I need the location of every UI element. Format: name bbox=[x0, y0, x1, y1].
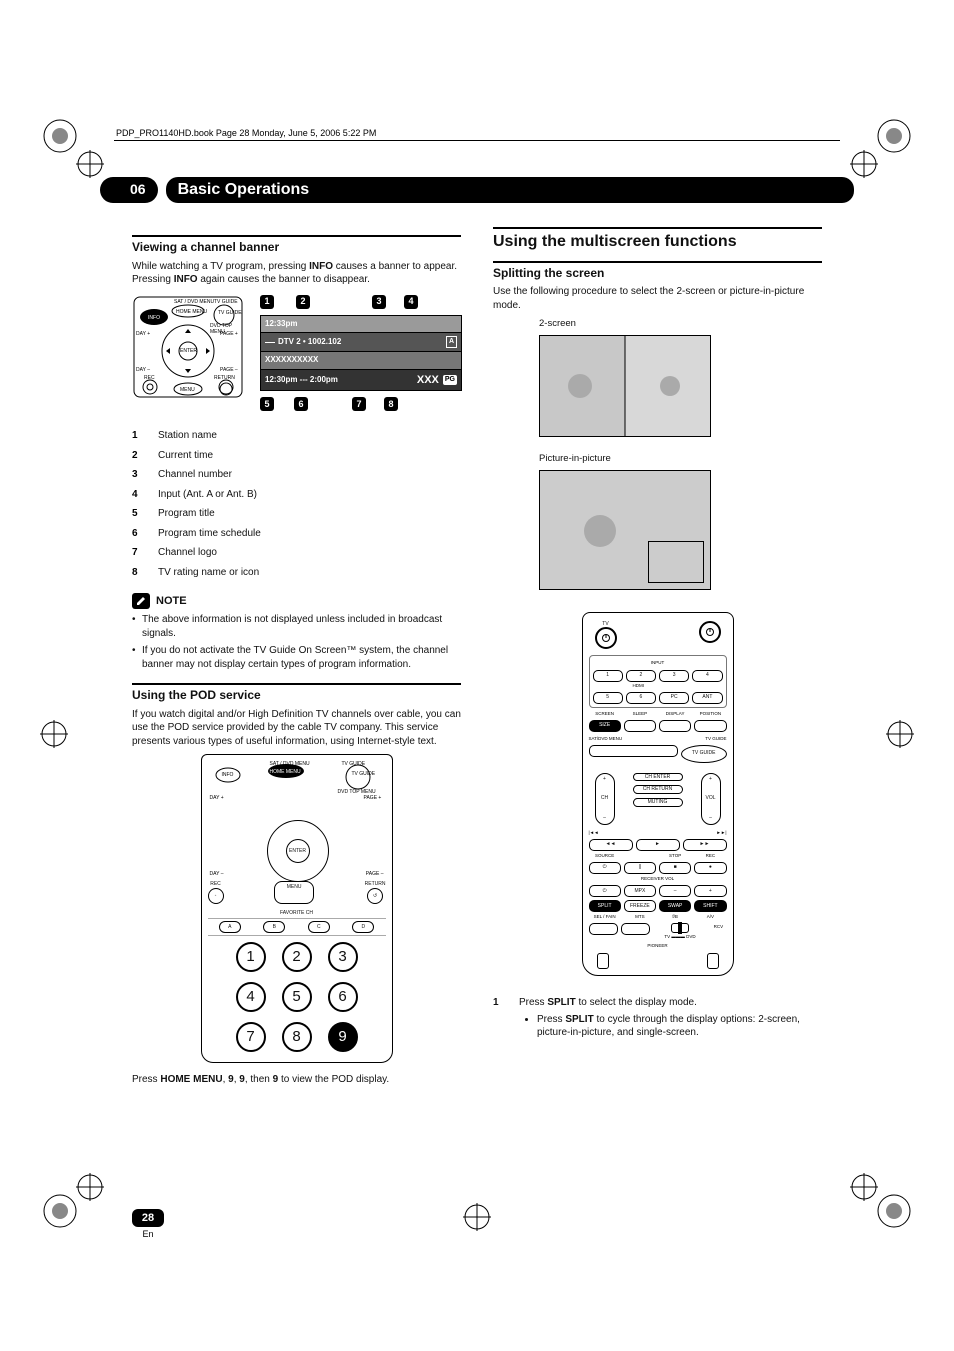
lbl-rec: REC bbox=[144, 375, 155, 382]
callout-1: 1 bbox=[260, 295, 274, 309]
chapter-number-pill: 06 bbox=[100, 177, 158, 203]
banner-figure: INFO bbox=[132, 295, 461, 418]
pencil-icon bbox=[132, 593, 150, 609]
keypad-4: 4 bbox=[236, 982, 266, 1012]
callout-7: 7 bbox=[352, 397, 366, 411]
keypad-5: 5 bbox=[282, 982, 312, 1012]
viewing-banner-heading: Viewing a channel banner bbox=[132, 235, 461, 256]
power-icon bbox=[595, 627, 617, 649]
fig-pip bbox=[539, 470, 711, 590]
splitting-para: Use the following procedure to select th… bbox=[493, 285, 822, 312]
lbl-day-plus: DAY + bbox=[136, 331, 150, 338]
lbl-tvguide: TV GUIDE bbox=[218, 311, 242, 316]
lbl-page-plus: PAGE + bbox=[220, 331, 238, 338]
chapter-number: 06 bbox=[130, 181, 146, 197]
right-column: Using the multiscreen functions Splittin… bbox=[493, 227, 822, 1092]
keypad-9: 9 bbox=[328, 1022, 358, 1052]
fig-2screen bbox=[539, 335, 711, 437]
chapter-title: Basic Operations bbox=[178, 181, 310, 198]
fig-2screen-label: 2-screen bbox=[539, 318, 822, 331]
remote-number-figure: INFO SAT / DVD MENU HOME MENU TV GUIDE T… bbox=[201, 754, 393, 1063]
page-sheet: PDP_PRO1140HD.book Page 28 Monday, June … bbox=[100, 108, 854, 1243]
lbl-page-minus: PAGE – bbox=[220, 367, 238, 374]
lbl-day-minus: DAY – bbox=[136, 367, 150, 374]
remote-full-figure: TV INPUT 1 2 3 4 HDMI 5 bbox=[582, 612, 734, 976]
osd-antenna: A bbox=[446, 336, 457, 347]
pod-para: If you watch digital and/or High Definit… bbox=[132, 708, 461, 749]
osd-time: 12:33pm bbox=[265, 319, 297, 330]
crop-cross-br bbox=[850, 1173, 878, 1201]
book-header-line: PDP_PRO1140HD.book Page 28 Monday, June … bbox=[116, 128, 854, 138]
keypad-3: 3 bbox=[328, 942, 358, 972]
osd-schedule: 12:30pm --- 2:00pm bbox=[265, 375, 338, 386]
chapter-header-row: 06 Basic Operations bbox=[100, 177, 854, 203]
remote-mini-figure: INFO bbox=[132, 295, 244, 399]
keypad-2: 2 bbox=[282, 942, 312, 972]
lbl-enter: ENTER bbox=[180, 348, 197, 355]
banner-legend: 1Station name 2Current time 3Channel num… bbox=[132, 429, 461, 579]
crop-cross-ml bbox=[40, 720, 68, 748]
multiscreen-heading: Using the multiscreen functions bbox=[493, 227, 822, 253]
crop-cross-tr bbox=[850, 150, 878, 178]
standby-icon bbox=[699, 621, 721, 643]
osd-program-title: XXXXXXXXXX bbox=[265, 355, 318, 366]
header-rule bbox=[114, 140, 840, 141]
color-reg-mark-tr bbox=[874, 116, 914, 156]
note-header: NOTE bbox=[132, 593, 461, 609]
chapter-title-box: Basic Operations bbox=[166, 177, 854, 203]
osd-logo: XXX bbox=[417, 373, 439, 388]
callout-5: 5 bbox=[260, 397, 274, 411]
note-list: The above information is not displayed u… bbox=[132, 613, 461, 671]
keypad-6: 6 bbox=[328, 982, 358, 1012]
color-reg-mark-br bbox=[874, 1191, 914, 1231]
osd-channel: DTV 2 • 1002.102 bbox=[278, 337, 341, 348]
lbl-sat: SAT / DVD MENU bbox=[174, 299, 214, 306]
osd-banner: 12:33pm DTV 2 • 1002.102 A XXXXXXXXXX 12… bbox=[260, 315, 462, 392]
callout-6: 6 bbox=[294, 397, 308, 411]
callout-8: 8 bbox=[384, 397, 398, 411]
keypad-1: 1 bbox=[236, 942, 266, 972]
viewing-banner-para: While watching a TV program, pressing IN… bbox=[132, 260, 461, 287]
pip-inset bbox=[648, 541, 704, 583]
split-button: SPLIT bbox=[589, 900, 621, 912]
fig-pip-label: Picture-in-picture bbox=[539, 453, 822, 466]
lbl-tvguide-top: TV GUIDE bbox=[214, 299, 238, 306]
osd-banner-callouts: 1 2 3 4 12:33pm DTV 2 • 1002.102 A XXXXX… bbox=[260, 295, 460, 418]
vol-rocker: + VOL – bbox=[701, 773, 721, 825]
splitting-heading: Splitting the screen bbox=[493, 261, 822, 282]
keypad-7: 7 bbox=[236, 1022, 266, 1052]
lbl-home-menu: HOME MENU bbox=[176, 309, 207, 316]
color-reg-mark-tl bbox=[40, 116, 80, 156]
lbl-return: RETURN bbox=[214, 375, 235, 382]
lbl-menu: MENU bbox=[180, 387, 195, 394]
osd-rating: PG bbox=[443, 375, 457, 384]
page-language: En bbox=[132, 1229, 164, 1239]
pod-bottom-line: Press HOME MENU, 9, 9, then 9 to view th… bbox=[132, 1073, 461, 1087]
callout-4: 4 bbox=[404, 295, 418, 309]
page-footer: 28 En bbox=[132, 1209, 164, 1239]
step-1: 1 Press SPLIT to select the display mode… bbox=[493, 996, 822, 1040]
callout-3: 3 bbox=[372, 295, 386, 309]
svg-text:INFO: INFO bbox=[148, 315, 160, 321]
color-reg-mark-bl bbox=[40, 1191, 80, 1231]
page-number: 28 bbox=[132, 1209, 164, 1227]
keypad-8: 8 bbox=[282, 1022, 312, 1052]
callout-2: 2 bbox=[296, 295, 310, 309]
left-column: Viewing a channel banner While watching … bbox=[132, 227, 461, 1092]
pod-heading: Using the POD service bbox=[132, 683, 461, 704]
ch-rocker: + CH – bbox=[595, 773, 615, 825]
crop-cross-mr bbox=[886, 720, 914, 748]
